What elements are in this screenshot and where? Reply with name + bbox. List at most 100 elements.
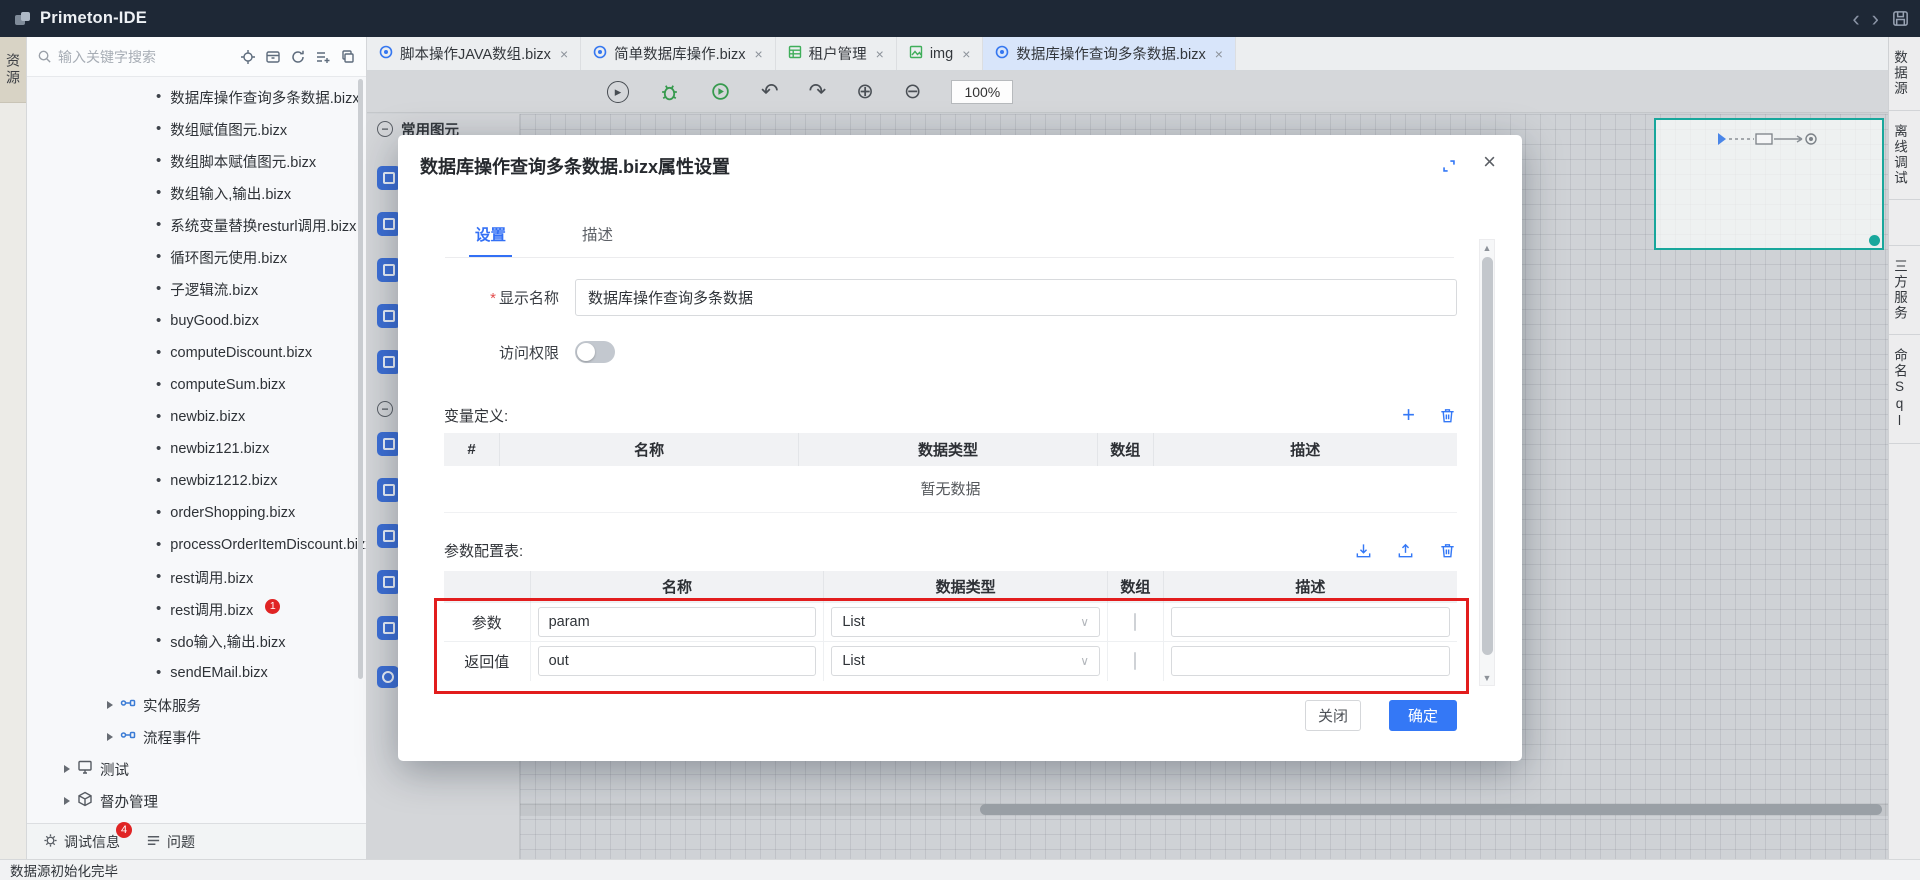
zoom-in-icon[interactable]: ⊕ <box>856 81 874 102</box>
tree-item-label: 数据库操作查询多条数据.bizx <box>170 90 360 107</box>
sidebar-scrollbar[interactable] <box>358 79 363 679</box>
return-name-input[interactable] <box>537 646 817 677</box>
editor-tab[interactable]: img × <box>897 37 984 70</box>
display-name-input[interactable] <box>575 279 1457 316</box>
tree-item[interactable]: • newbiz1212.bizx <box>27 465 366 497</box>
strip-spacer <box>1889 200 1920 246</box>
access-toggle[interactable] <box>575 341 615 363</box>
search-input[interactable] <box>58 48 234 65</box>
third-party-services-tab[interactable]: 三方服务 <box>1889 246 1920 335</box>
horizontal-scrollbar-thumb[interactable] <box>980 804 1882 815</box>
tree-item[interactable]: • 系统变量替换resturl调用.bizx <box>27 209 366 241</box>
editor-tab[interactable]: 租户管理 × <box>776 37 897 70</box>
zoom-out-icon[interactable]: ⊖ <box>904 81 922 102</box>
tree-item[interactable]: • sdo输入,输出.bizx <box>27 625 366 657</box>
tree-group-flow-events[interactable]: 流程事件 <box>27 721 366 753</box>
tree-item[interactable]: • 数组输入,输出.bizx <box>27 177 366 209</box>
tree-item[interactable]: • 数据库操作查询多条数据.bizx <box>27 81 366 113</box>
tree-group-label: 实体服务 <box>143 698 201 715</box>
resources-tab[interactable]: 资源 <box>0 37 26 103</box>
nav-back-icon[interactable]: ‹ <box>1852 7 1859 30</box>
deploy-icon[interactable] <box>710 81 731 102</box>
debug-icon[interactable] <box>659 81 680 102</box>
tab-close-icon[interactable]: × <box>1215 46 1223 62</box>
tree-item[interactable]: • buyGood.bizx <box>27 305 366 337</box>
editor-tab[interactable]: 简单数据库操作.bizx × <box>581 37 776 70</box>
param-row-output: 返回值 List ∨ <box>444 641 1457 681</box>
tree-item-label: 数组赋值图元.bizx <box>170 122 288 139</box>
variables-section-row: 变量定义: + <box>444 404 1457 426</box>
tree-item[interactable]: • computeDiscount.bizx <box>27 337 366 369</box>
scroll-down-icon[interactable]: ▼ <box>1480 670 1494 685</box>
close-icon[interactable]: × <box>1483 149 1496 175</box>
scroll-up-icon[interactable]: ▲ <box>1480 240 1494 255</box>
tabs-divider <box>445 257 1454 258</box>
tree-group-entity-services[interactable]: 实体服务 <box>27 689 366 721</box>
export-icon[interactable] <box>1396 541 1415 560</box>
bullet-icon: • <box>156 503 162 521</box>
tree-item[interactable]: • rest调用.bizx 1 <box>27 593 366 625</box>
caret-right-icon <box>64 765 70 773</box>
list-settings-icon[interactable] <box>315 49 331 65</box>
tree-item[interactable]: • 循环图元使用.bizx <box>27 241 366 273</box>
return-desc-input[interactable] <box>1170 646 1450 677</box>
tree-item[interactable]: • newbiz121.bizx <box>27 433 366 465</box>
undo-icon[interactable]: ↶ <box>761 81 779 102</box>
param-name-input[interactable] <box>537 607 817 637</box>
tree-item[interactable]: • newbiz.bizx <box>27 401 366 433</box>
tab-settings[interactable]: 设置 <box>468 223 513 257</box>
debug-info-tab[interactable]: 调试信息 4 <box>43 821 132 852</box>
close-button[interactable]: 关闭 <box>1304 699 1361 731</box>
tree-item[interactable]: • 数组赋值图元.bizx <box>27 113 366 145</box>
caret-right-icon <box>64 797 70 805</box>
param-desc-input[interactable] <box>1170 607 1450 637</box>
add-variable-icon[interactable]: + <box>1402 404 1415 426</box>
redo-icon[interactable]: ↷ <box>809 81 827 102</box>
refresh-icon[interactable] <box>290 49 306 65</box>
tab-close-icon[interactable]: × <box>560 46 568 62</box>
editor-tab[interactable]: 脚本操作JAVA数组.bizx × <box>367 37 582 70</box>
return-type-select[interactable]: List ∨ <box>831 646 1100 677</box>
ok-button[interactable]: 确定 <box>1388 699 1457 731</box>
run-icon[interactable]: ▸ <box>607 80 629 103</box>
nav-forward-icon[interactable]: › <box>1872 7 1879 30</box>
param-array-checkbox[interactable] <box>1134 613 1137 631</box>
app-window: { "titlebar": { "app_name": "Primeton-ID… <box>0 0 1920 880</box>
tree-item[interactable]: • processOrderItemDiscount.bizx <box>27 529 366 561</box>
tree-item[interactable]: • sendEMail.bizx <box>27 657 366 689</box>
delete-variable-icon[interactable] <box>1438 406 1457 425</box>
named-sql-tab[interactable]: 命名Sql <box>1889 335 1920 444</box>
import-icon[interactable] <box>1354 541 1373 560</box>
bullet-icon: • <box>156 151 162 169</box>
collapse-icon: − <box>377 401 393 417</box>
issues-tab[interactable]: 问题 <box>146 832 195 852</box>
tree-item[interactable]: • orderShopping.bizx <box>27 497 366 529</box>
modal-scrollbar-thumb[interactable] <box>1481 257 1493 655</box>
offline-debug-tab[interactable]: 离线调试 <box>1889 111 1920 200</box>
minimap-resize-handle[interactable] <box>1869 235 1880 246</box>
tree-root-supervise[interactable]: 督办管理 <box>27 785 366 817</box>
tab-close-icon[interactable]: × <box>962 46 970 62</box>
return-array-checkbox[interactable] <box>1134 652 1137 671</box>
archive-icon[interactable] <box>265 49 281 65</box>
tree-item[interactable]: • 数组脚本赋值图元.bizx <box>27 145 366 177</box>
delete-param-icon[interactable] <box>1438 541 1457 560</box>
tree-root-test[interactable]: 测试 <box>27 753 366 785</box>
params-section-row: 参数配置表: <box>444 540 1457 561</box>
tab-close-icon[interactable]: × <box>876 46 884 62</box>
tab-description[interactable]: 描述 <box>582 223 613 257</box>
tab-close-icon[interactable]: × <box>754 46 762 62</box>
zoom-level[interactable]: 100% <box>951 79 1014 104</box>
maximize-icon[interactable] <box>1440 157 1458 175</box>
tree-item[interactable]: • computeSum.bizx <box>27 369 366 401</box>
datasource-tab[interactable]: 数据源 <box>1889 37 1920 111</box>
param-col-type: 数据类型 <box>823 570 1108 603</box>
locate-icon[interactable] <box>240 49 256 65</box>
tree-item[interactable]: • 子逻辑流.bizx <box>27 273 366 305</box>
tree-item[interactable]: • rest调用.bizx <box>27 561 366 593</box>
save-icon[interactable] <box>1891 9 1910 28</box>
tree-item-label: 系统变量替换resturl调用.bizx <box>170 218 357 235</box>
param-type-select[interactable]: List ∨ <box>831 607 1100 637</box>
editor-tab-active[interactable]: 数据库操作查询多条数据.bizx × <box>983 37 1236 70</box>
copy-icon[interactable] <box>340 49 356 65</box>
